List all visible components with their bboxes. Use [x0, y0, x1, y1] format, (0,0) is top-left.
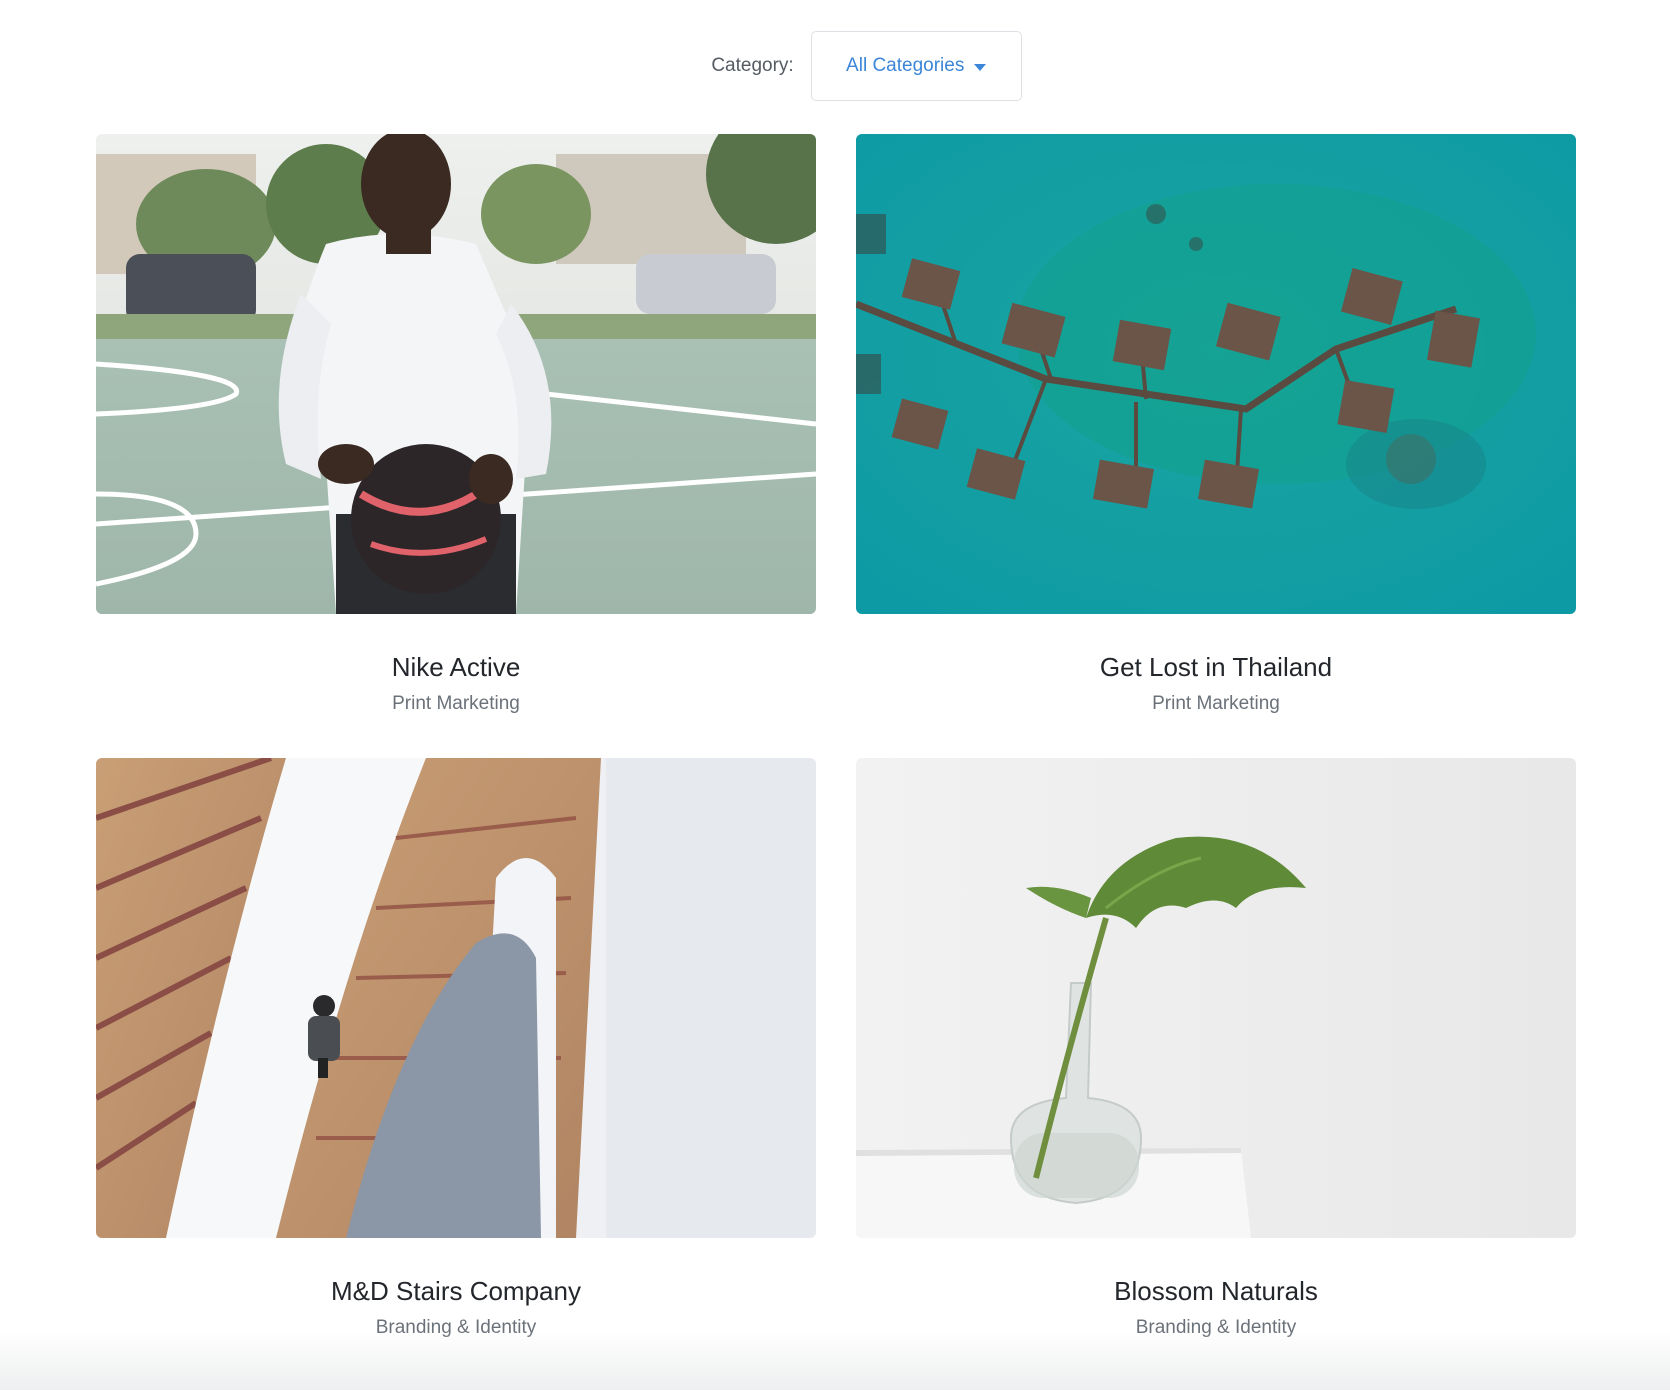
portfolio-page: Category: All Categories Nike Active Pri…: [0, 0, 1670, 1390]
project-category: Print Marketing: [1152, 693, 1280, 714]
caret-down-icon: [974, 63, 987, 71]
project-title[interactable]: Get Lost in Thailand: [856, 650, 1576, 684]
bottom-fade: [0, 1330, 1670, 1390]
project-card-get-lost-in-thailand[interactable]: Get Lost in Thailand Print Marketing: [856, 134, 1576, 716]
spiral-staircase-photo[interactable]: [96, 758, 816, 1238]
project-category: Print Marketing: [392, 693, 520, 714]
project-card-md-stairs-company[interactable]: M&D Stairs Company Branding & Identity: [96, 758, 816, 1340]
leaf-in-vase-photo[interactable]: [856, 758, 1576, 1238]
project-card-nike-active[interactable]: Nike Active Print Marketing: [96, 134, 816, 716]
project-title[interactable]: Nike Active: [96, 650, 816, 684]
project-title[interactable]: Blossom Naturals: [856, 1274, 1576, 1308]
category-filter-label: Category:: [711, 55, 794, 76]
project-card-blossom-naturals[interactable]: Blossom Naturals Branding & Identity: [856, 758, 1576, 1340]
category-dropdown[interactable]: All Categories: [810, 31, 1022, 101]
project-title[interactable]: M&D Stairs Company: [96, 1274, 816, 1308]
basketball-player-photo[interactable]: [96, 134, 816, 614]
overwater-bungalows-aerial-photo[interactable]: [856, 134, 1576, 614]
category-dropdown-value: All Categories: [846, 55, 965, 76]
category-filter-bar: Category: All Categories: [0, 30, 1670, 102]
